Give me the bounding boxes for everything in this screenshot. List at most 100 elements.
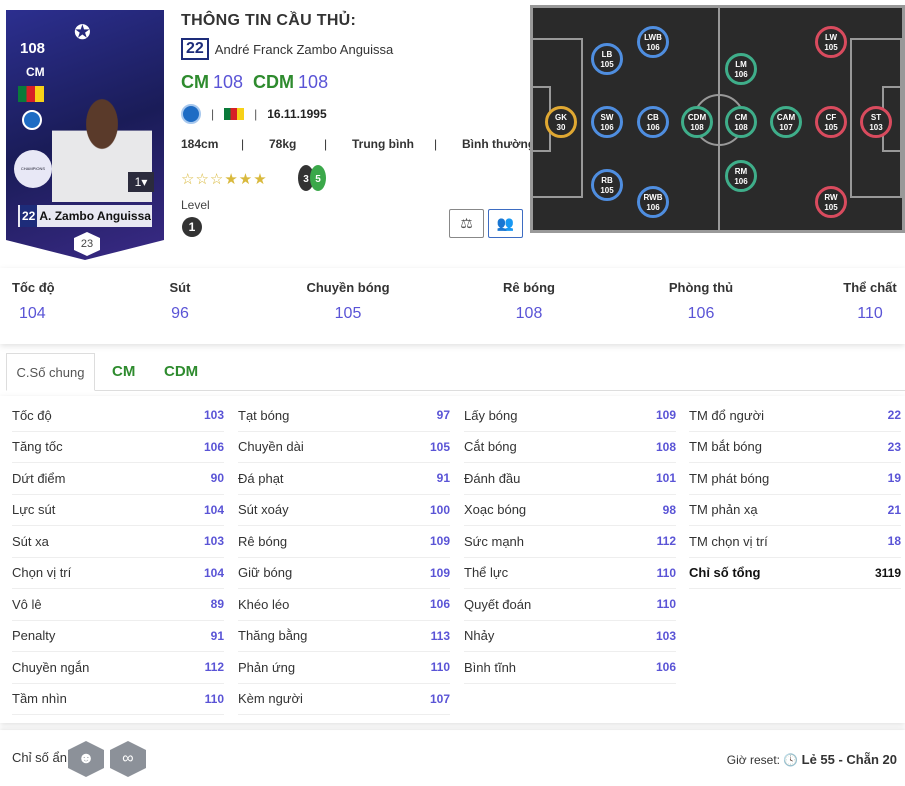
pitch-node-cam[interactable]: CAM 107 xyxy=(770,106,802,138)
stat-row: TM chọn vị trí 18 xyxy=(689,526,901,558)
position-ratings: CM 108 CDM 108 xyxy=(181,72,329,92)
pitch-node-cm[interactable]: CM 108 xyxy=(725,106,757,138)
summary-shooting: Sút 96 xyxy=(169,280,191,322)
pitch-node-value: 105 xyxy=(824,43,838,52)
pitch-node-cf[interactable]: CF 105 xyxy=(815,106,847,138)
pitch-node-rm[interactable]: RM 106 xyxy=(725,160,757,192)
pitch-node-label: CM xyxy=(734,113,748,122)
stat-value: 106 xyxy=(203,439,224,454)
pitch-node-label: CB xyxy=(647,113,659,122)
pitch-node-cb[interactable]: CB 106 xyxy=(637,106,669,138)
pitch-node-gk[interactable]: GK 30 xyxy=(545,106,577,138)
pitch-node-value: 107 xyxy=(779,123,793,132)
stat-value: 104 xyxy=(203,502,224,517)
stat-value: 103 xyxy=(203,408,224,423)
stat-row: Chỉ số tổng 3119 xyxy=(689,558,901,589)
reset-info: Giờ reset: 🕓 Lẻ 55 - Chẵn 20 xyxy=(726,752,897,767)
stat-row: Thể lực 110 xyxy=(464,558,676,589)
pitch-node-value: 106 xyxy=(600,123,614,132)
skill-moves: 3 xyxy=(303,174,309,185)
pitch-node-st[interactable]: ST 103 xyxy=(860,106,892,138)
pitch-node-lb[interactable]: LB 105 xyxy=(591,43,623,75)
compare-button[interactable]: ⚖ xyxy=(449,209,484,238)
stat-label: Sức mạnh xyxy=(464,533,525,549)
tab-cm[interactable]: CM xyxy=(112,353,135,391)
stat-value: 105 xyxy=(429,439,450,454)
stat-value: 110 xyxy=(204,691,224,706)
stats-column-attack: Tốc độ 103 Tăng tốc 106 Dứt điểm 90 Lực sút 104… xyxy=(12,400,224,715)
stat-label: Chuyền ngắn xyxy=(12,659,90,675)
stat-row: Vô lê 89 xyxy=(12,589,224,621)
pitch-node-cdm[interactable]: CDM 108 xyxy=(681,106,713,138)
summary-pace: Tốc độ 104 xyxy=(12,280,55,322)
team-settings-icon: 👥 xyxy=(496,215,515,231)
pitch-node-label: RW xyxy=(824,193,838,202)
cameroon-flag-icon xyxy=(224,108,245,120)
stats-column-skill: Tạt bóng 97 Chuyền dài 105 Đá phạt 91 Sút xoáy… xyxy=(238,400,450,715)
stat-value: 112 xyxy=(204,660,224,675)
stat-row: Chọn vị trí 104 xyxy=(12,558,224,589)
stat-label: Sút xa xyxy=(12,533,49,549)
pitch-node-sw[interactable]: SW 106 xyxy=(591,106,623,138)
pitch-node-label: LM xyxy=(735,60,747,69)
player-full-name: 22 André Franck Zambo Anguissa xyxy=(181,38,393,60)
stat-label: Tăng tốc xyxy=(12,439,63,455)
stat-row: TM phản xạ 21 xyxy=(689,495,901,526)
stat-row: Sức mạnh 112 xyxy=(464,526,676,558)
stat-row: Sút xa 103 xyxy=(12,526,224,558)
pitch-node-lm[interactable]: LM 106 xyxy=(725,53,757,85)
stat-row: Cắt bóng 108 xyxy=(464,432,676,463)
team-button[interactable]: 👥 xyxy=(488,209,523,238)
weak-foot: 5 xyxy=(315,174,321,185)
stat-label: Nhảy xyxy=(464,628,495,644)
pitch-node-value: 106 xyxy=(646,43,660,52)
pitch-node-label: ST xyxy=(870,113,882,122)
pitch-node-lwb[interactable]: LWB 106 xyxy=(637,26,669,58)
page-title: THÔNG TIN CẦU THỦ: xyxy=(181,12,357,29)
tab-cdm[interactable]: CDM xyxy=(164,353,198,391)
pitch-node-lw[interactable]: LW 105 xyxy=(815,26,847,58)
stat-value: 108 xyxy=(655,439,676,454)
summary-defending: Phòng thủ 106 xyxy=(668,280,734,322)
pitch-node-label: LWB xyxy=(644,33,662,42)
tab-general[interactable]: C.Số chung xyxy=(6,353,95,391)
player-meta: | | 16.11.1995 xyxy=(181,104,327,124)
stat-value: 103 xyxy=(203,534,224,549)
stat-label: Lấy bóng xyxy=(464,407,518,423)
stat-label: Xoạc bóng xyxy=(464,502,527,518)
stat-value: 90 xyxy=(210,471,224,486)
stat-row: Xoạc bóng 98 xyxy=(464,495,676,526)
pitch-node-rwb[interactable]: RWB 106 xyxy=(637,186,669,218)
stat-label: TM phát bóng xyxy=(689,470,770,486)
card-position: CM xyxy=(26,65,45,79)
physical-info: 184cm | 78kg | Trung bình | Bình thường xyxy=(181,137,536,151)
card-ovr: 108 xyxy=(20,40,46,57)
stat-row: Kèm người 107 xyxy=(238,684,450,715)
pitch-node-label: LB xyxy=(601,50,613,59)
stat-value: 22 xyxy=(887,408,901,423)
pitch-node-rw[interactable]: RW 105 xyxy=(815,186,847,218)
pitch-node-value: 105 xyxy=(600,60,614,69)
stat-tabs: C.Số chung CM CDM xyxy=(6,353,905,391)
pitch-node-label: RB xyxy=(601,176,613,185)
stat-value: 109 xyxy=(429,534,450,549)
stat-value: 104 xyxy=(203,565,224,580)
card-level-select[interactable]: 1▾ xyxy=(128,172,154,192)
pitch-node-value: 106 xyxy=(734,70,748,79)
stat-row: Dứt điểm 90 xyxy=(12,463,224,495)
pitch-node-rb[interactable]: RB 105 xyxy=(591,169,623,201)
stat-row: Rê bóng 109 xyxy=(238,526,450,558)
scale-icon: ⚖ xyxy=(460,215,473,231)
stat-label: Sút xoáy xyxy=(238,502,289,518)
player-card: 108 ✪ CM CHAMPIONS LEAGUE 1▾ 22A. Zambo … xyxy=(6,10,164,260)
stat-label: Rê bóng xyxy=(238,533,288,549)
stat-label: Chỉ số tổng xyxy=(689,565,761,581)
hidden-trait-head-icon[interactable]: ☻ xyxy=(68,741,104,777)
summary-physical: Thể chất 110 xyxy=(843,280,897,322)
cameroon-flag-icon xyxy=(18,86,44,102)
pitch-node-label: RWB xyxy=(643,193,663,202)
stat-value: 103 xyxy=(655,628,676,643)
napoli-club-icon xyxy=(181,104,201,124)
date-of-birth: 16.11.1995 xyxy=(267,107,327,121)
hidden-trait-chain-icon[interactable]: ∞ xyxy=(110,741,146,777)
